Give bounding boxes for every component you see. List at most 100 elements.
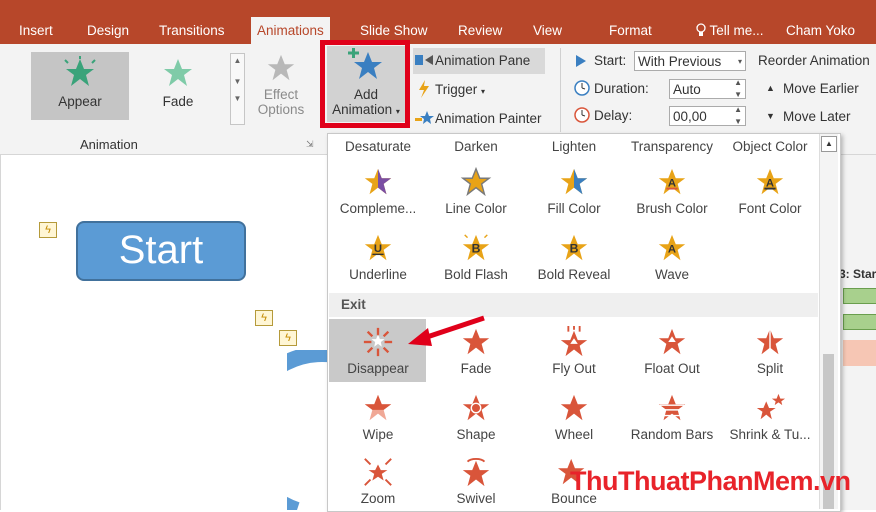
shrink-turn-effect[interactable]: Shrink & Tu... xyxy=(721,392,819,442)
svg-text:A: A xyxy=(668,244,676,256)
appear-effect[interactable]: Appear xyxy=(31,52,129,120)
tell-me-box[interactable]: Tell me... xyxy=(696,20,764,42)
tab-slideshow[interactable]: Slide Show xyxy=(360,20,428,42)
timeline-bar-exit[interactable] xyxy=(843,340,876,366)
fly-out-star-icon xyxy=(560,326,588,357)
split-effect[interactable]: Split xyxy=(721,326,819,376)
reorder-label: Reorder Animation xyxy=(758,53,870,68)
tab-view[interactable]: View xyxy=(533,20,562,42)
timeline-bar[interactable] xyxy=(843,314,876,330)
object-color-effect[interactable]: Object Color xyxy=(721,139,819,154)
start-shape[interactable]: Start xyxy=(76,221,246,281)
spinner-arrows-icon[interactable]: ▲ ▼ xyxy=(734,104,742,128)
bold-flash-label: Bold Flash xyxy=(444,267,508,282)
gallery-more-icon[interactable]: ▼ xyxy=(231,94,244,103)
tab-animations[interactable]: Animations xyxy=(251,17,330,44)
start-play-icon xyxy=(576,55,586,67)
bold-flash-effect[interactable]: B Bold Flash xyxy=(427,232,525,282)
effect-options-button[interactable]: Effect Options xyxy=(250,52,312,132)
appear-star-icon xyxy=(64,56,96,86)
add-animation-label-1: Add xyxy=(353,87,379,102)
user-name[interactable]: Cham Yoko xyxy=(786,20,855,42)
zoom-effect[interactable]: Zoom xyxy=(329,456,427,506)
animation-painter-icon xyxy=(415,111,434,124)
random-bars-star-icon xyxy=(658,394,686,421)
fill-color-star-icon xyxy=(560,168,588,195)
clock-icon xyxy=(574,80,590,96)
gallery-scrollbar[interactable]: ▲ xyxy=(819,134,838,509)
delay-input[interactable]: 00,00 ▲ ▼ xyxy=(669,104,746,128)
delay-clock-icon xyxy=(574,107,590,123)
shape-effect[interactable]: Shape xyxy=(427,392,525,442)
split-star-icon xyxy=(756,328,784,355)
float-out-label: Float Out xyxy=(644,361,700,376)
wave-star-icon: A xyxy=(658,234,686,261)
timeline-bar[interactable] xyxy=(843,288,876,304)
bold-reveal-effect[interactable]: B Bold Reveal xyxy=(525,232,623,282)
animation-pane-edge: 3: Star xyxy=(839,155,876,510)
underline-star-icon: U xyxy=(364,234,392,261)
tab-review[interactable]: Review xyxy=(458,20,502,42)
animation-pane-button[interactable]: Animation Pane xyxy=(413,48,545,74)
tab-transitions[interactable]: Transitions xyxy=(159,20,225,42)
tab-format[interactable]: Format xyxy=(609,20,652,42)
darken-effect[interactable]: Darken xyxy=(427,139,525,154)
fade-label: Fade xyxy=(162,94,194,109)
ring-shape[interactable] xyxy=(287,350,327,510)
fade-effect[interactable]: Fade xyxy=(129,52,227,120)
fly-out-effect[interactable]: Fly Out xyxy=(525,326,623,376)
effect-options-star-icon xyxy=(267,54,295,81)
complementary-effect[interactable]: Compleme... xyxy=(329,166,427,216)
wheel-effect[interactable]: Wheel xyxy=(525,392,623,442)
chevron-up-icon[interactable]: ▲ xyxy=(821,136,837,152)
lighten-effect[interactable]: Lighten xyxy=(525,139,623,154)
triangle-down-icon: ▼ xyxy=(766,111,775,121)
random-bars-effect[interactable]: Random Bars xyxy=(623,392,721,442)
brush-color-effect[interactable]: A Brush Color xyxy=(623,166,721,216)
brush-color-label: Brush Color xyxy=(636,201,708,216)
font-color-effect[interactable]: A Font Color xyxy=(721,166,819,216)
fly-out-label: Fly Out xyxy=(552,361,596,376)
tab-design[interactable]: Design xyxy=(87,20,129,42)
move-later-label: Move Later xyxy=(783,109,851,124)
wave-label: Wave xyxy=(654,267,689,282)
wipe-effect[interactable]: Wipe xyxy=(329,392,427,442)
duration-label: Duration: xyxy=(594,81,649,96)
swivel-star-icon xyxy=(462,458,490,487)
add-animation-button[interactable]: Add Animation ▾ xyxy=(327,46,405,122)
bold-reveal-star-icon: B xyxy=(560,234,588,261)
add-animation-star-icon xyxy=(348,48,382,79)
chevron-down-icon[interactable]: ▼ xyxy=(231,77,244,86)
disappear-star-icon xyxy=(363,327,393,357)
start-select[interactable]: With Previous ▾ xyxy=(634,51,746,71)
tab-insert[interactable]: Insert xyxy=(19,20,53,42)
trigger-button[interactable]: Trigger ▾ xyxy=(413,78,533,102)
fill-color-effect[interactable]: Fill Color xyxy=(525,166,623,216)
exit-section-header: Exit xyxy=(329,293,818,317)
gallery-scrollbar[interactable]: ▲ ▼ ▼ xyxy=(230,53,245,125)
wipe-label: Wipe xyxy=(362,427,394,442)
desaturate-effect[interactable]: Desaturate xyxy=(329,139,427,154)
animation-painter-button[interactable]: Animation Painter xyxy=(413,106,553,130)
wave-effect[interactable]: A Wave xyxy=(623,232,721,282)
chevron-down-icon[interactable]: ▾ xyxy=(738,52,742,72)
disappear-label: Disappear xyxy=(347,361,409,376)
float-out-star-icon xyxy=(658,328,686,355)
shrink-turn-label: Shrink & Tu... xyxy=(729,427,811,442)
exit-header-label: Exit xyxy=(341,297,366,312)
underline-effect[interactable]: U Underline xyxy=(329,232,427,282)
move-earlier-button[interactable]: ▲ Move Earlier xyxy=(762,78,876,100)
delay-label: Delay: xyxy=(594,108,633,123)
transparency-effect[interactable]: Transparency xyxy=(623,139,721,154)
line-color-effect[interactable]: Line Color xyxy=(427,166,525,216)
dialog-launcher-icon[interactable]: ⇲ xyxy=(306,139,314,150)
chevron-up-icon[interactable]: ▲ xyxy=(231,56,244,65)
swivel-effect[interactable]: Swivel xyxy=(427,456,525,506)
complementary-star-icon xyxy=(364,168,392,195)
zoom-label: Zoom xyxy=(360,491,396,506)
duration-input[interactable]: Auto ▲ ▼ xyxy=(669,77,746,101)
delay-value: 00,00 xyxy=(673,109,707,124)
move-later-button[interactable]: ▼ Move Later xyxy=(762,106,876,128)
float-out-effect[interactable]: Float Out xyxy=(623,326,721,376)
spinner-arrows-icon[interactable]: ▲ ▼ xyxy=(734,77,742,101)
